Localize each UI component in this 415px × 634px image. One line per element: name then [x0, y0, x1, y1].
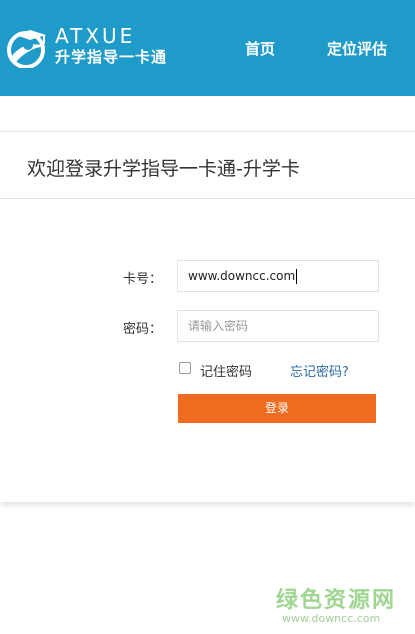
password-input[interactable]: 请输入密码	[177, 310, 379, 342]
top-header: ATXUE 升学指导一卡通 首页 定位评估	[0, 0, 415, 96]
watermark-url: www.downcc.com	[282, 612, 381, 625]
watermark: 绿色资源网 www.downcc.com	[276, 582, 411, 630]
card-number-value: www.downcc.com	[188, 269, 296, 283]
text-caret	[296, 269, 298, 284]
password-label: 密码：	[123, 322, 163, 337]
nav-home[interactable]: 首页	[245, 38, 275, 59]
remember-password-label[interactable]: 记住密码	[200, 361, 252, 380]
watermark-chinese: 绿色资源网	[276, 588, 397, 613]
card-number-label: 卡号：	[123, 272, 163, 287]
title-divider	[0, 198, 415, 199]
login-title: 欢迎登录升学指导一卡通-升学卡	[27, 158, 300, 180]
password-placeholder: 请输入密码	[188, 319, 249, 333]
site-logo[interactable]: ATXUE 升学指导一卡通	[6, 24, 181, 70]
login-button[interactable]: 登录	[178, 394, 376, 423]
nav-position-assessment[interactable]: 定位评估	[327, 38, 387, 59]
forgot-password-link[interactable]: 忘记密码?	[290, 361, 349, 380]
card-number-input[interactable]: www.downcc.com	[177, 260, 379, 292]
remember-password-checkbox[interactable]	[179, 362, 191, 374]
graduate-logo-icon	[7, 30, 46, 68]
logo-english-text: ATXUE	[55, 24, 136, 48]
login-card: 欢迎登录升学指导一卡通-升学卡 卡号： www.downcc.com 密码： 请…	[0, 131, 415, 502]
logo-chinese-text: 升学指导一卡通	[55, 48, 168, 66]
